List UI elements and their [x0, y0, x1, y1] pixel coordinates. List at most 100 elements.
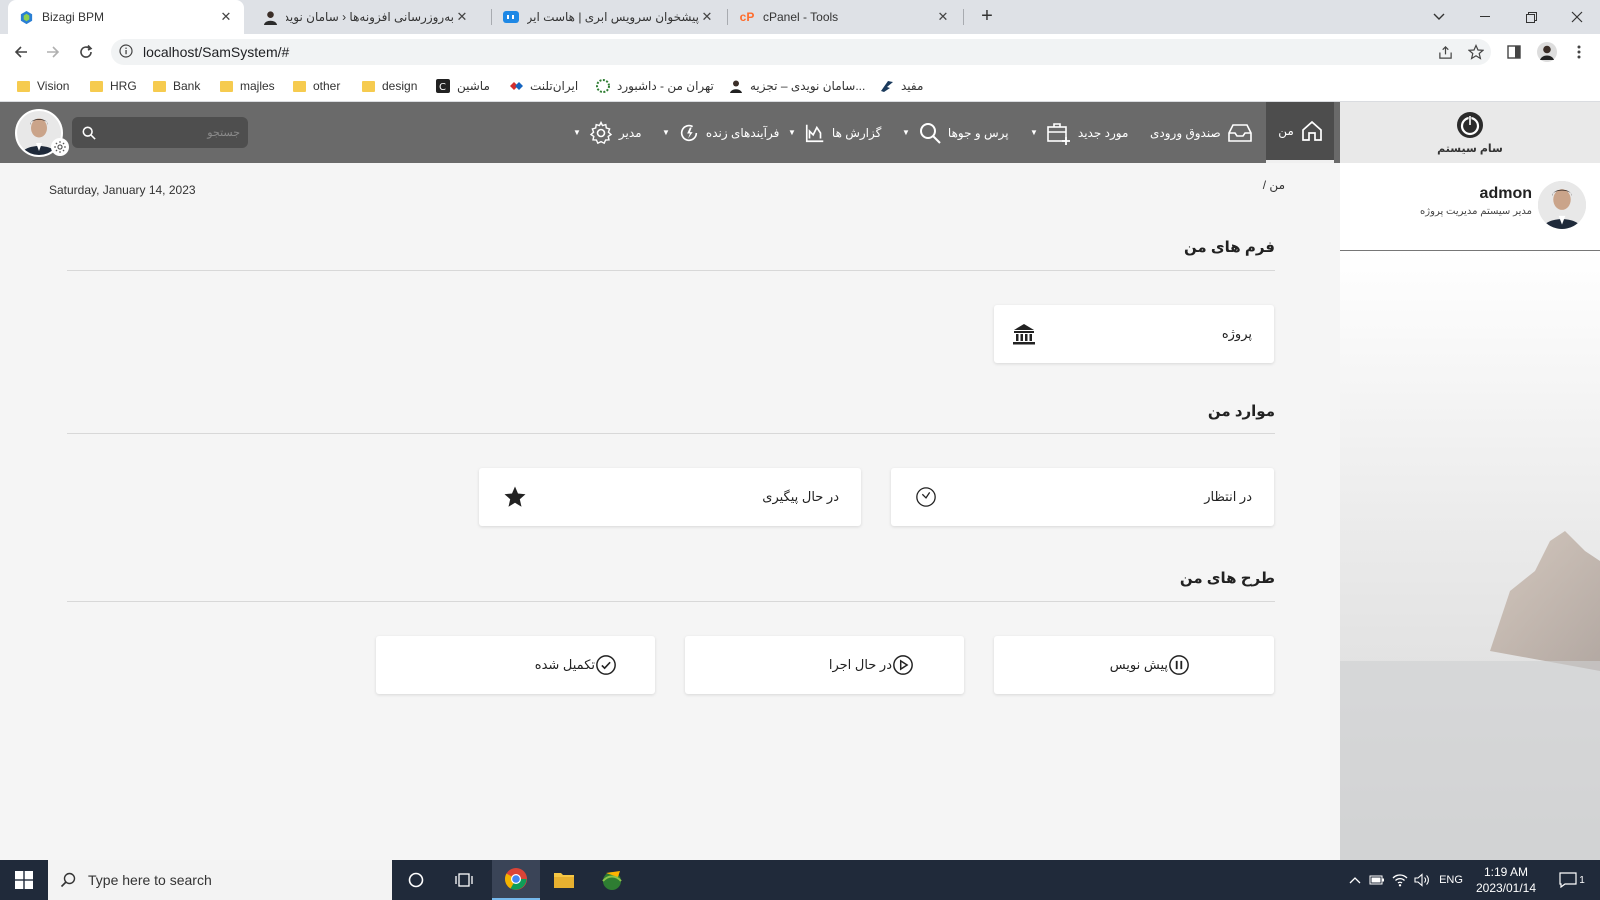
- address-bar[interactable]: localhost/SamSystem/#: [111, 39, 1491, 65]
- hostiran-favicon: [503, 9, 519, 25]
- search-icon[interactable]: [82, 126, 96, 140]
- tab-bizagi[interactable]: Bizagi BPM ✕: [8, 0, 244, 34]
- url-text: localhost/SamSystem/#: [143, 44, 290, 60]
- windows-start-button[interactable]: [0, 860, 48, 900]
- profile-avatar[interactable]: [1538, 181, 1586, 229]
- info-icon[interactable]: [119, 43, 133, 61]
- right-sidebar: سام سیستم admon مدیر سیستم مدیریت پروژه: [1340, 102, 1600, 860]
- brand-logo[interactable]: سام سیستم: [1340, 102, 1600, 163]
- restore-button[interactable]: [1508, 0, 1554, 34]
- battery-icon[interactable]: [1367, 860, 1387, 900]
- section-title-my-forms: فرم های من: [1183, 239, 1275, 256]
- tab-separator: [491, 9, 492, 25]
- play-circle-icon: [892, 654, 914, 676]
- close-icon[interactable]: ✕: [454, 9, 470, 25]
- bookmark-mashin[interactable]: C ماشین: [436, 76, 490, 96]
- nav-reports[interactable]: ▼ گزارش ها: [788, 102, 885, 163]
- tab-plugins[interactable]: به‌روزرسانی افزونه‌ها ‹ سامان نویدی ✕: [252, 0, 480, 34]
- bookmark-design[interactable]: design: [361, 76, 417, 96]
- close-icon[interactable]: ✕: [699, 9, 715, 25]
- share-icon[interactable]: [1433, 40, 1457, 64]
- gear-icon: [589, 120, 613, 144]
- site-icon: [880, 79, 894, 93]
- browser-toolbar: localhost/SamSystem/#: [0, 34, 1600, 70]
- caret-down-icon: ▼: [573, 128, 581, 137]
- brand-name: سام سیستم: [1437, 143, 1503, 155]
- close-icon[interactable]: ✕: [935, 9, 951, 25]
- nav-home[interactable]: من: [1266, 102, 1334, 163]
- breadcrumb[interactable]: من /: [1200, 178, 1285, 192]
- top-navigation: ▼ مدیر ▼ فرآیندهای زنده ▼ گزارش ها ▼ پرس…: [0, 102, 1340, 163]
- inbox-icon: [1227, 123, 1252, 142]
- bookmark-hrg[interactable]: HRG: [89, 76, 137, 96]
- caret-down-icon: ▼: [1030, 128, 1038, 137]
- close-icon[interactable]: ✕: [218, 9, 234, 25]
- tab-search-button[interactable]: [1416, 0, 1462, 34]
- settings-gear-icon[interactable]: [51, 138, 69, 156]
- card-in-progress[interactable]: در حال پیگیری: [479, 468, 861, 526]
- tab-title: cPanel - Tools: [763, 10, 839, 24]
- bookmark-bank[interactable]: Bank: [152, 76, 200, 96]
- main-content: Saturday, January 14, 2023 من / فرم های …: [0, 163, 1340, 860]
- caret-down-icon: ▼: [662, 128, 670, 137]
- forward-button[interactable]: [41, 40, 65, 64]
- nav-admin[interactable]: ▼ مدیر: [573, 102, 646, 163]
- cortana-icon[interactable]: [392, 860, 440, 900]
- card-running[interactable]: در حال اجرا: [685, 636, 964, 694]
- card-completed[interactable]: تکمیل شده: [376, 636, 655, 694]
- bookmark-other[interactable]: other: [292, 76, 340, 96]
- chart-icon: [805, 124, 824, 142]
- task-view-icon[interactable]: [440, 860, 488, 900]
- power-logo-icon: [1457, 112, 1483, 138]
- tab-cpanel[interactable]: cP cPanel - Tools ✕: [729, 0, 961, 34]
- section-title-my-items: موارد من: [1207, 403, 1275, 420]
- nav-inbox[interactable]: صندوق ورودی: [1146, 102, 1255, 163]
- bookmark-star-icon[interactable]: [1464, 40, 1488, 64]
- section-divider: [67, 601, 1275, 602]
- taskbar-search[interactable]: Type here to search: [48, 860, 392, 900]
- windows-logo-icon: [15, 871, 33, 889]
- new-tab-button[interactable]: +: [975, 5, 999, 29]
- bookmark-saman-navidi[interactable]: سامان نویدی – تجزیه...: [729, 76, 865, 96]
- bookmark-tehran-dashboard[interactable]: تهران من - داشبورد: [596, 76, 714, 96]
- tab-separator: [727, 9, 728, 25]
- bookmark-mofid[interactable]: مفید: [880, 76, 923, 96]
- caret-down-icon: ▼: [902, 128, 910, 137]
- tray-chevron-up-icon[interactable]: [1346, 860, 1364, 900]
- bookmark-vision[interactable]: Vision: [16, 76, 69, 96]
- menu-icon[interactable]: [1567, 40, 1591, 64]
- bookmarks-bar: Vision HRG Bank majles other design C ماش…: [0, 70, 1600, 102]
- wifi-icon[interactable]: [1390, 860, 1410, 900]
- bank-icon: [1012, 322, 1036, 346]
- nav-live-processes[interactable]: ▼ فرآیندهای زنده: [662, 102, 783, 163]
- app-globe-icon[interactable]: [588, 860, 636, 900]
- bizagi-app: ▼ مدیر ▼ فرآیندهای زنده ▼ گزارش ها ▼ پرس…: [0, 102, 1600, 860]
- side-panel-icon[interactable]: [1502, 40, 1526, 64]
- nav-queries[interactable]: ▼ پرس و جوها: [902, 102, 1013, 163]
- notification-center-icon[interactable]: 1: [1552, 860, 1592, 900]
- profile-avatar-icon[interactable]: [1535, 40, 1559, 64]
- check-circle-icon: [595, 654, 617, 676]
- taskbar-clock[interactable]: 1:19 AM 2023/01/14: [1470, 864, 1542, 896]
- search-icon: [919, 122, 941, 144]
- bookmark-majles[interactable]: majles: [219, 76, 275, 96]
- close-window-button[interactable]: [1554, 0, 1600, 34]
- tab-hostiran[interactable]: پیشخوان سرویس ابری | هاست ایران ✕: [493, 0, 725, 34]
- card-pending[interactable]: در انتظار: [891, 468, 1274, 526]
- minimize-button[interactable]: [1462, 0, 1508, 34]
- nav-new-case[interactable]: ▼ مورد جدید: [1030, 102, 1132, 163]
- bookmark-irantelnet[interactable]: ایران‌تلنت: [509, 76, 578, 96]
- section-divider: [67, 270, 1275, 271]
- language-indicator[interactable]: ENG: [1436, 860, 1466, 900]
- card-project[interactable]: پروژه: [994, 305, 1274, 363]
- back-button[interactable]: [9, 40, 33, 64]
- card-draft[interactable]: پیش نویس: [994, 636, 1274, 694]
- file-explorer-icon[interactable]: [540, 860, 588, 900]
- site-icon: [509, 79, 523, 93]
- reload-button[interactable]: [74, 40, 98, 64]
- volume-icon[interactable]: [1412, 860, 1432, 900]
- clock-time: 1:19 AM: [1483, 865, 1529, 879]
- chrome-taskbar-icon[interactable]: [492, 860, 540, 900]
- search-input[interactable]: [96, 126, 248, 139]
- taskbar-search-placeholder: Type here to search: [88, 872, 212, 888]
